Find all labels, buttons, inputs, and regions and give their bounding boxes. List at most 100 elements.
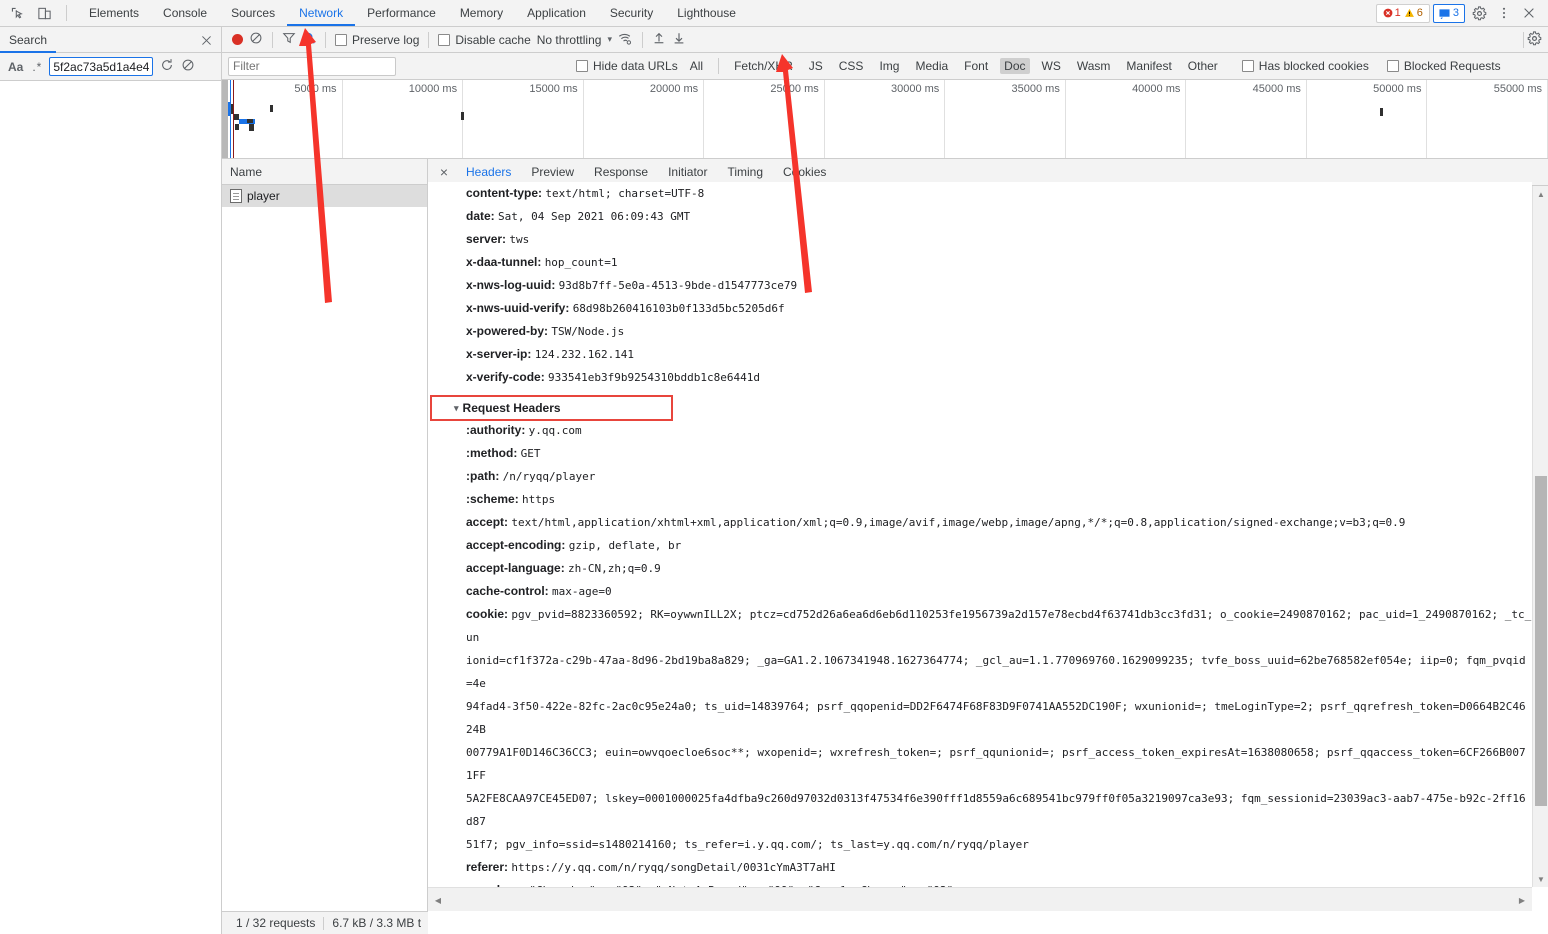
warning-counter[interactable]: 6 <box>1404 7 1423 19</box>
checkbox-box[interactable] <box>576 60 588 72</box>
header-key: cache-control: <box>466 584 549 598</box>
device-toolbar-icon[interactable] <box>35 4 53 22</box>
tab-elements[interactable]: Elements <box>77 0 151 26</box>
checkbox-box[interactable] <box>1386 60 1399 72</box>
header-value: 5A2FE8CAA97CE45ED07; lskey=0001000025fa4… <box>466 792 1526 828</box>
network-overview-timeline[interactable]: 5000 ms 10000 ms 15000 ms 20000 ms 25000… <box>222 80 1548 159</box>
checkbox-box[interactable] <box>438 33 451 46</box>
header-row-cookie-cont: ionid=cf1f372a-c29b-47aa-8d96-2bd19ba8a8… <box>428 649 1532 695</box>
network-conditions-icon[interactable] <box>618 31 633 49</box>
export-har-icon[interactable] <box>672 31 686 48</box>
tab-performance[interactable]: Performance <box>355 0 448 26</box>
filter-type-css[interactable]: CSS <box>835 58 868 74</box>
section-title-label: Request Headers <box>462 401 561 415</box>
preserve-log-checkbox[interactable]: Preserve log <box>335 33 419 47</box>
filter-input[interactable] <box>228 56 396 76</box>
search-icon[interactable] <box>302 31 316 48</box>
checkbox-box[interactable] <box>335 33 347 46</box>
gear-icon[interactable] <box>1527 30 1542 49</box>
tab-application[interactable]: Application <box>515 0 598 26</box>
tab-network[interactable]: Network <box>287 0 355 26</box>
overview-tick-label: 10000 ms <box>408 83 458 95</box>
filter-icon[interactable] <box>282 31 296 48</box>
scroll-up-icon[interactable]: ▲ <box>1533 186 1548 202</box>
request-name: player <box>247 189 280 203</box>
tab-memory[interactable]: Memory <box>448 0 515 26</box>
has-blocked-cookies-checkbox[interactable]: Has blocked cookies <box>1241 59 1369 73</box>
header-value: 00779A1F0D146C36CC3; euin=owvqoecloe6soc… <box>466 746 1526 782</box>
inspect-element-icon[interactable] <box>8 4 26 22</box>
header-value: 94fad4-3f50-422e-82fc-2ac0c95e24a0; ts_u… <box>466 700 1526 736</box>
chevron-down-icon[interactable]: ▾ <box>454 397 459 419</box>
filter-type-ws[interactable]: WS <box>1038 58 1065 74</box>
more-vertical-icon[interactable] <box>1493 2 1515 24</box>
tab-console[interactable]: Console <box>151 0 219 26</box>
header-key: accept-encoding: <box>466 538 566 552</box>
overview-bar <box>461 112 464 120</box>
request-list-column-header[interactable]: Name <box>222 159 427 185</box>
header-value: tws <box>509 233 530 246</box>
issues-counter[interactable]: 3 <box>1432 3 1465 23</box>
gear-icon[interactable] <box>1468 2 1490 24</box>
overview-bar <box>247 119 253 123</box>
filter-type-other[interactable]: Other <box>1184 58 1222 74</box>
header-value: /n/ryqq/player <box>502 470 596 483</box>
throttling-select[interactable]: No throttling <box>537 33 602 47</box>
chevron-down-icon[interactable]: ▾ <box>607 34 612 45</box>
header-row: accept-encoding: gzip, deflate, br <box>428 534 1532 557</box>
clear-icon[interactable] <box>181 58 195 75</box>
tab-sources[interactable]: Sources <box>219 0 287 26</box>
filter-type-font[interactable]: Font <box>960 58 992 74</box>
tab-lighthouse[interactable]: Lighthouse <box>665 0 748 26</box>
search-panel-header: Search <box>0 27 221 53</box>
inspect-tools <box>0 0 77 26</box>
scroll-down-icon[interactable]: ▼ <box>1533 871 1548 887</box>
devtools-main-tabbar: Elements Console Sources Network Perform… <box>0 0 1548 27</box>
filter-type-all[interactable]: All <box>686 58 707 74</box>
header-value: https <box>522 493 556 506</box>
filter-type-js[interactable]: JS <box>805 58 827 74</box>
refresh-icon[interactable] <box>160 58 174 75</box>
clear-icon[interactable] <box>249 31 263 48</box>
scroll-right-icon[interactable]: ▶ <box>1514 892 1530 908</box>
filter-type-fetch-xhr[interactable]: Fetch/XHR <box>730 58 797 74</box>
header-key: x-nws-log-uuid: <box>466 278 556 292</box>
header-value: Sat, 04 Sep 2021 06:09:43 GMT <box>498 210 691 223</box>
request-headers-section-title[interactable]: ▾ Request Headers <box>430 395 673 421</box>
header-key: x-verify-code: <box>466 370 545 384</box>
scroll-left-icon[interactable]: ◀ <box>430 892 446 908</box>
overview-tick-label: 55000 ms <box>1493 83 1543 95</box>
match-case-button[interactable]: Aa <box>6 60 25 74</box>
checkbox-box[interactable] <box>1241 60 1254 72</box>
regex-button[interactable]: .* <box>32 60 42 74</box>
hide-data-urls-checkbox[interactable]: Hide data URLs <box>576 59 678 73</box>
error-counter[interactable]: 1 <box>1383 7 1401 19</box>
close-icon[interactable] <box>1518 2 1540 24</box>
overview-tick-label: 25000 ms <box>770 83 819 95</box>
header-row: server: tws <box>428 228 1532 251</box>
filter-type-wasm[interactable]: Wasm <box>1073 58 1115 74</box>
record-icon[interactable] <box>232 34 243 45</box>
table-row[interactable]: player <box>222 185 427 207</box>
blocked-requests-label: Blocked Requests <box>1403 59 1501 73</box>
message-icon <box>1439 8 1450 19</box>
issue-counters[interactable]: 1 6 <box>1375 3 1430 23</box>
filter-type-img[interactable]: Img <box>875 58 903 74</box>
detail-vertical-scrollbar[interactable]: ▲ ▼ <box>1532 186 1548 887</box>
filter-type-doc[interactable]: Doc <box>1000 58 1030 74</box>
header-key: accept-language: <box>466 561 565 575</box>
search-input[interactable] <box>49 57 154 76</box>
disable-cache-checkbox[interactable]: Disable cache <box>438 33 531 47</box>
search-panel-title[interactable]: Search <box>0 27 56 53</box>
close-icon[interactable] <box>197 31 215 49</box>
header-value: 93d8b7ff-5e0a-4513-9bde-d1547773ce79 <box>558 279 798 292</box>
detail-horizontal-scrollbar[interactable]: ◀ ▶ <box>428 887 1532 911</box>
filter-type-media[interactable]: Media <box>911 58 952 74</box>
blocked-requests-checkbox[interactable]: Blocked Requests <box>1386 59 1501 73</box>
import-har-icon[interactable] <box>652 31 666 48</box>
scrollbar-thumb[interactable] <box>1535 476 1547 806</box>
header-value: y.qq.com <box>528 424 582 437</box>
filter-type-manifest[interactable]: Manifest <box>1122 58 1175 74</box>
overview-left-handle[interactable] <box>222 80 228 158</box>
tab-security[interactable]: Security <box>598 0 665 26</box>
